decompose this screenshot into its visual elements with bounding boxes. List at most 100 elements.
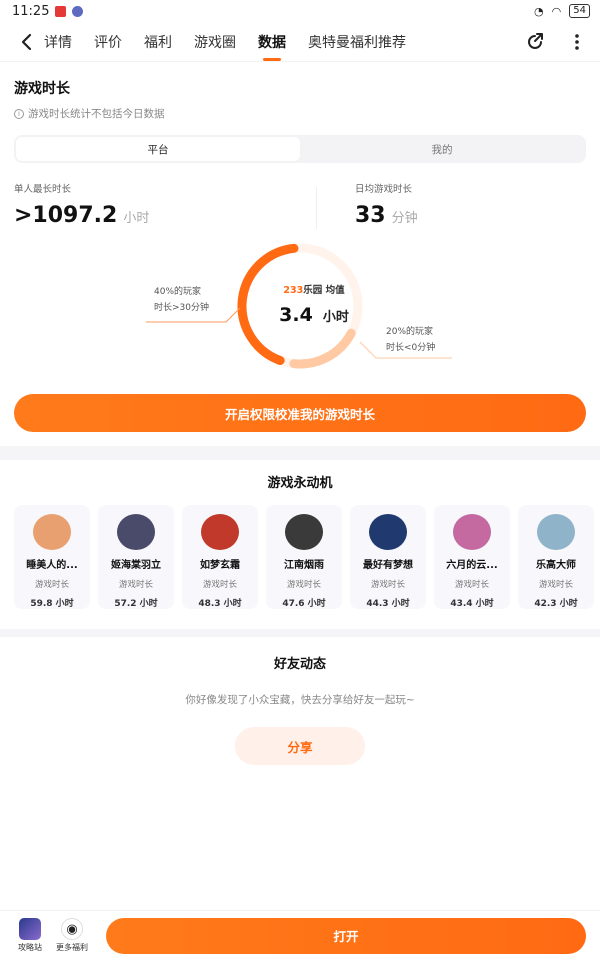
perpetual-title: 游戏永动机	[267, 476, 333, 491]
calibrate-playtime-button[interactable]: 开启权限校准我的游戏时长	[14, 394, 586, 432]
play-time-title: 游戏时长	[14, 81, 70, 97]
callout-right: 20%的玩家 时长<0分钟	[386, 324, 435, 356]
guide-thumbnail	[19, 918, 41, 940]
section-divider-2	[0, 629, 600, 637]
play-time-note-text: 游戏时长统计不包括今日数据	[28, 108, 165, 120]
donut-arc-under-0	[289, 328, 356, 369]
avatar	[285, 514, 323, 550]
tab-list: 详情 评价 福利 游戏圈 数据 奥特曼福利推荐	[44, 32, 406, 52]
player-name: 睡美人的...	[26, 559, 78, 570]
battery-indicator: 54	[569, 4, 590, 18]
player-name: 乐高大师	[536, 559, 576, 570]
player-name: 江南烟雨	[284, 559, 324, 570]
gift-icon: ◉	[61, 918, 83, 940]
player-card[interactable]: 姬海棠羽立游戏时长 57.2 小时	[98, 505, 174, 609]
back-arrow-icon	[21, 33, 32, 50]
share-button[interactable]	[524, 31, 546, 53]
segment-mine[interactable]: 我的	[300, 137, 584, 161]
tab-reviews[interactable]: 评价	[94, 32, 122, 52]
status-time: 11:25	[12, 3, 50, 19]
daily-average-value: 33	[355, 203, 386, 228]
stats-segmented-control: 平台 我的	[14, 135, 586, 163]
callout-right-line1: 20%的玩家	[386, 327, 434, 337]
average-brand-label: 233乐园 均值	[250, 282, 378, 296]
friends-hint: 你好像发现了小众宝藏，快去分享给好友一起玩~	[185, 694, 415, 706]
daily-average-stat: 日均游戏时长 33 分钟	[245, 181, 586, 228]
back-button[interactable]	[16, 30, 36, 54]
player-card[interactable]: 最好有梦想 游戏时长 44.3 小时	[350, 505, 426, 609]
play-time-hours: 57.2 小时	[114, 599, 158, 609]
callout-left-line1: 40%的玩家	[154, 287, 202, 297]
average-unit: 小时	[322, 310, 349, 325]
avatar	[537, 514, 575, 550]
play-time-hours: 59.8 小时	[30, 599, 74, 609]
avatar	[117, 514, 155, 550]
tab-details[interactable]: 详情	[44, 32, 72, 52]
callout-left-line2: 时长>30分钟	[154, 303, 209, 313]
play-time-section: 游戏时长 i 游戏时长统计不包括今日数据 平台 我的 单人最长时长 >1097.…	[0, 62, 600, 394]
play-time-label: 游戏时长	[538, 580, 573, 590]
open-game-button[interactable]: 打开	[106, 917, 586, 954]
avatar	[453, 514, 491, 550]
top-nav: 详情 评价 福利 游戏圈 数据 奥特曼福利推荐	[0, 22, 600, 62]
brand-logo: 233	[283, 285, 304, 296]
friends-section: 好友动态 你好像发现了小众宝藏，快去分享给好友一起玩~ 分享	[0, 637, 600, 765]
play-time-label: 游戏时长	[370, 580, 405, 590]
share-to-friends-button[interactable]: 分享	[235, 727, 365, 765]
tab-ultraman-benefits[interactable]: 奥特曼福利推荐	[308, 32, 406, 52]
tab-game-circle[interactable]: 游戏圈	[194, 32, 236, 52]
signal-icon: ◔	[534, 4, 544, 18]
play-time-label: 游戏时长	[202, 580, 237, 590]
average-value: 3.4	[279, 304, 313, 326]
play-time-hours: 42.3 小时	[534, 599, 578, 609]
longest-single-unit: 小时	[123, 211, 150, 226]
player-card[interactable]: 六月的云... 游戏时长 43.4 小时	[434, 505, 510, 609]
play-time-hours: 48.3 小时	[198, 599, 242, 609]
player-name: 如梦玄霜	[200, 559, 240, 570]
bottom-bar: 攻略站 ◉ 更多福利 打开	[0, 910, 600, 960]
player-name: 姬海棠羽立	[111, 559, 161, 570]
section-divider	[0, 446, 600, 460]
more-vertical-icon	[575, 33, 579, 50]
info-icon: i	[14, 108, 24, 119]
tab-benefits[interactable]: 福利	[144, 32, 172, 52]
player-card[interactable]: 睡美人的... 游戏时长 59.8 小时	[14, 505, 90, 609]
callout-right-line2: 时长<0分钟	[386, 343, 436, 353]
friends-title: 好友动态	[273, 657, 326, 672]
callout-left: 40%的玩家 时长>30分钟	[154, 284, 209, 316]
notification-app-icon	[55, 5, 67, 17]
play-time-label: 游戏时长	[286, 580, 321, 590]
wifi-icon: ◠	[551, 4, 562, 18]
daily-average-unit: 分钟	[391, 211, 418, 226]
average-brand-suffix: 乐园 均值	[303, 285, 345, 296]
guide-label: 攻略站	[18, 943, 42, 952]
average-donut: 233乐园 均值 3.4 小时 40%的玩家 时长>30分钟 20%的玩家 时长…	[14, 242, 586, 382]
guide-station-button[interactable]: 攻略站	[12, 918, 48, 953]
player-card[interactable]: 乐高大师游戏时长 42.3 小时	[518, 505, 594, 609]
player-name: 最好有梦想	[363, 559, 413, 570]
more-benefits-label: 更多福利	[56, 943, 88, 952]
status-bar: 11:25 ◔ ◠ 54	[0, 0, 600, 22]
more-benefits-button[interactable]: ◉ 更多福利	[54, 918, 90, 953]
play-time-label: 游戏时长	[118, 580, 153, 590]
avatar	[201, 514, 239, 550]
play-time-hours: 43.4 小时	[450, 599, 494, 609]
player-card[interactable]: 江南烟雨游戏时长 47.6 小时	[266, 505, 342, 609]
daily-average-label: 日均游戏时长	[355, 184, 413, 195]
avatar	[369, 514, 407, 550]
notification-app-icon-2	[72, 5, 84, 17]
player-card-list: 睡美人的... 游戏时长 59.8 小时 姬海棠羽立游戏时长 57.2 小时 如梦玄霜游戏…	[0, 505, 600, 609]
segment-platform[interactable]: 平台	[16, 137, 300, 161]
player-name: 六月的云...	[446, 559, 498, 570]
share-icon	[528, 32, 543, 49]
play-time-label: 游戏时长	[454, 580, 489, 590]
avatar	[33, 514, 71, 550]
play-time-label: 游戏时长	[34, 580, 69, 590]
play-time-hours: 47.6 小时	[282, 599, 326, 609]
longest-single-value: >1097.2	[14, 203, 118, 228]
player-card[interactable]: 如梦玄霜游戏时长 48.3 小时	[182, 505, 258, 609]
longest-single-label: 单人最长时长	[14, 184, 72, 195]
longest-single-stat: 单人最长时长 >1097.2 小时	[14, 181, 245, 228]
more-button[interactable]	[566, 31, 588, 53]
tab-data[interactable]: 数据	[258, 32, 286, 52]
